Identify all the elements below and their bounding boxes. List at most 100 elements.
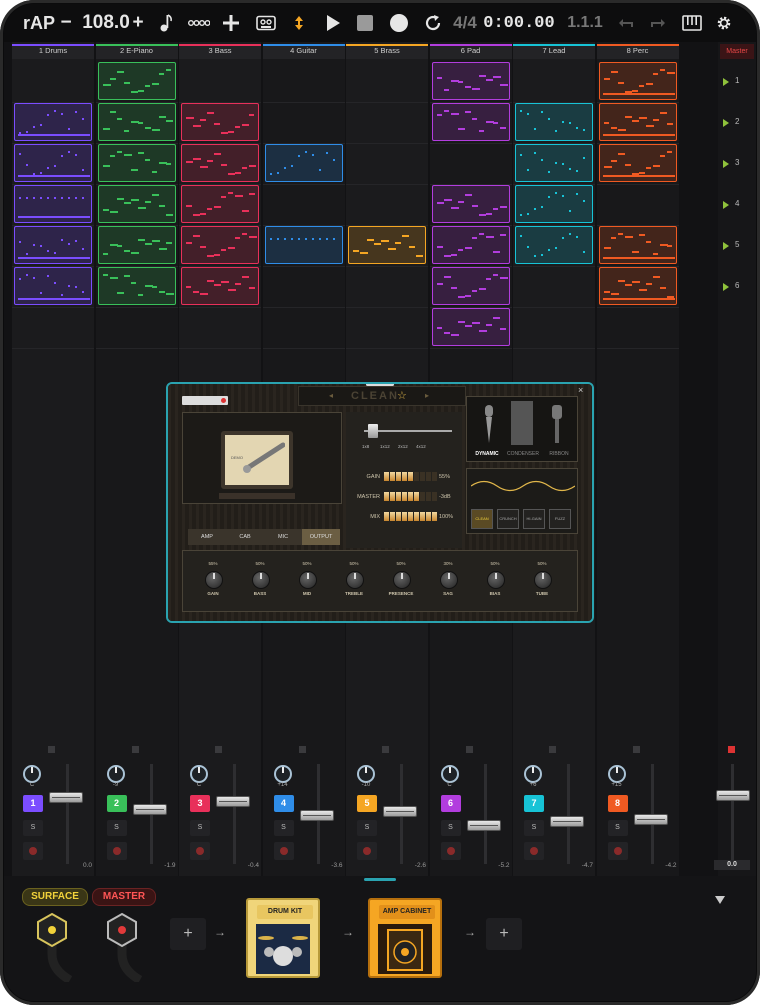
play-icon[interactable] <box>322 4 344 42</box>
volume-fader-track[interactable] <box>483 764 487 864</box>
volume-fader-thumb[interactable] <box>466 820 501 831</box>
tempo-increase-button[interactable]: + <box>130 4 146 42</box>
record-arm-button[interactable] <box>524 842 544 860</box>
solo-button[interactable]: S <box>106 820 127 836</box>
arm-indicator[interactable] <box>382 746 389 753</box>
track-number-button[interactable]: 8 <box>607 795 628 812</box>
clip-slot[interactable] <box>431 267 510 305</box>
count-in-dots-icon[interactable] <box>186 4 212 42</box>
record-arm-button[interactable] <box>190 842 210 860</box>
arm-indicator[interactable] <box>549 746 556 753</box>
scene-launch-2[interactable]: 2 <box>718 114 756 134</box>
solo-button[interactable]: S <box>440 820 461 836</box>
scene-launch-3[interactable]: 3 <box>718 155 756 175</box>
clip-slot[interactable] <box>431 226 510 264</box>
collapse-chevron-down-icon[interactable] <box>714 892 726 910</box>
track-number-button[interactable]: 3 <box>190 795 210 812</box>
clip-slot[interactable] <box>598 103 677 141</box>
master-joystick[interactable] <box>100 910 144 984</box>
record-arm-button[interactable] <box>23 842 43 860</box>
pan-knob[interactable] <box>106 765 125 783</box>
amp-tab-amp[interactable]: AMP <box>188 529 226 545</box>
solo-button[interactable]: S <box>273 820 294 836</box>
track-header[interactable]: 2 E-Piano <box>95 44 178 59</box>
knob-sag[interactable] <box>440 571 458 589</box>
drum-kit-device[interactable]: DRUM KIT <box>246 898 320 978</box>
amp-cabinet-device[interactable]: AMP CABINET <box>368 898 442 978</box>
clip-slot[interactable] <box>14 267 92 305</box>
solo-button[interactable]: S <box>23 820 43 836</box>
track-header[interactable]: 4 Guitar <box>262 44 345 59</box>
track-header[interactable]: 1 Drums <box>12 44 94 59</box>
tempo-decrease-button[interactable]: − <box>58 4 74 42</box>
scene-launch-5[interactable]: 5 <box>718 237 756 257</box>
clip-slot[interactable] <box>515 144 593 182</box>
pan-knob[interactable] <box>190 765 208 783</box>
cassette-icon[interactable] <box>254 4 278 42</box>
preset-selector[interactable]: ◂ CLEAN ☆ ▸ <box>298 386 466 406</box>
arm-indicator[interactable] <box>298 746 306 753</box>
amp-tab-cab[interactable]: CAB <box>226 529 264 545</box>
cabinet-size-option[interactable]: 2x12 <box>398 444 408 449</box>
clip-slot[interactable] <box>97 226 176 264</box>
volume-fader-thumb[interactable] <box>383 806 417 817</box>
solo-button[interactable]: S <box>357 820 377 836</box>
knob-bass[interactable] <box>252 571 270 589</box>
solo-button[interactable]: S <box>190 820 210 836</box>
record-icon[interactable] <box>388 4 410 42</box>
cabinet-size-option[interactable]: 4x12 <box>416 444 426 449</box>
clip-slot[interactable] <box>598 144 677 182</box>
clip-slot[interactable] <box>431 62 510 100</box>
clip-slot[interactable] <box>97 62 176 100</box>
mode-button-clean[interactable]: CLEAN <box>471 509 493 529</box>
pan-knob[interactable] <box>273 765 292 783</box>
panel-resize-handle[interactable] <box>364 878 396 881</box>
knob-presence[interactable] <box>393 571 411 589</box>
scene-launch-6[interactable]: 6 <box>718 278 756 298</box>
clip-slot[interactable] <box>515 185 593 223</box>
tempo-display[interactable]: 108.0 <box>78 4 134 42</box>
arm-indicator[interactable] <box>131 746 139 753</box>
amp-plugin-window[interactable]: × ◂ CLEAN ☆ ▸ DEMO AMP CAB MIC OUTPUT 1x8 1x… <box>166 382 594 623</box>
record-arm-button[interactable] <box>440 842 461 860</box>
metronome-note-icon[interactable] <box>156 4 176 42</box>
preset-prev-icon[interactable]: ◂ <box>329 391 333 400</box>
record-arm-button[interactable] <box>607 842 628 860</box>
solo-button[interactable]: S <box>524 820 544 836</box>
track-header[interactable]: 6 Pad <box>429 44 512 59</box>
surface-joystick[interactable] <box>30 910 74 984</box>
time-signature[interactable]: 4/4 <box>450 4 480 42</box>
clip-slot[interactable] <box>431 185 510 223</box>
arm-indicator[interactable] <box>215 746 222 753</box>
clip-slot[interactable] <box>97 144 176 182</box>
volume-fader-thumb[interactable] <box>633 814 668 825</box>
volume-fader-track[interactable] <box>66 764 69 864</box>
clip-slot[interactable] <box>181 103 259 141</box>
redo-icon[interactable] <box>648 4 668 42</box>
preset-next-icon[interactable]: ▸ <box>425 391 429 400</box>
clip-slot[interactable] <box>14 144 92 182</box>
record-arm-button[interactable] <box>357 842 377 860</box>
clip-slot[interactable] <box>97 185 176 223</box>
track-number-button[interactable]: 7 <box>524 795 544 812</box>
favorite-star-icon[interactable]: ☆ <box>397 389 407 402</box>
record-arm-button[interactable] <box>106 842 127 860</box>
volume-fader-thumb[interactable] <box>299 810 334 821</box>
mode-button-hi-gain[interactable]: HI-GAIN <box>523 509 545 529</box>
mode-button-crunch[interactable]: CRUNCH <box>497 509 519 529</box>
track-header[interactable]: 7 Lead <box>513 44 595 59</box>
clip-slot[interactable] <box>14 185 92 223</box>
cabinet-size-option[interactable]: 1x12 <box>380 444 390 449</box>
clip-slot[interactable] <box>431 308 510 346</box>
scene-launch-4[interactable]: 4 <box>718 196 756 216</box>
meter-bar[interactable] <box>384 492 438 501</box>
knob-gain[interactable] <box>205 571 223 589</box>
solo-button[interactable]: S <box>607 820 628 836</box>
clip-slot[interactable] <box>598 62 677 100</box>
pan-knob[interactable] <box>440 765 459 783</box>
knob-tube[interactable] <box>534 571 552 589</box>
settings-gear-icon[interactable] <box>712 4 736 42</box>
cabinet-size-option[interactable]: 1x8 <box>362 444 369 449</box>
volume-fader-track[interactable] <box>567 764 570 864</box>
loop-icon[interactable] <box>422 4 444 42</box>
